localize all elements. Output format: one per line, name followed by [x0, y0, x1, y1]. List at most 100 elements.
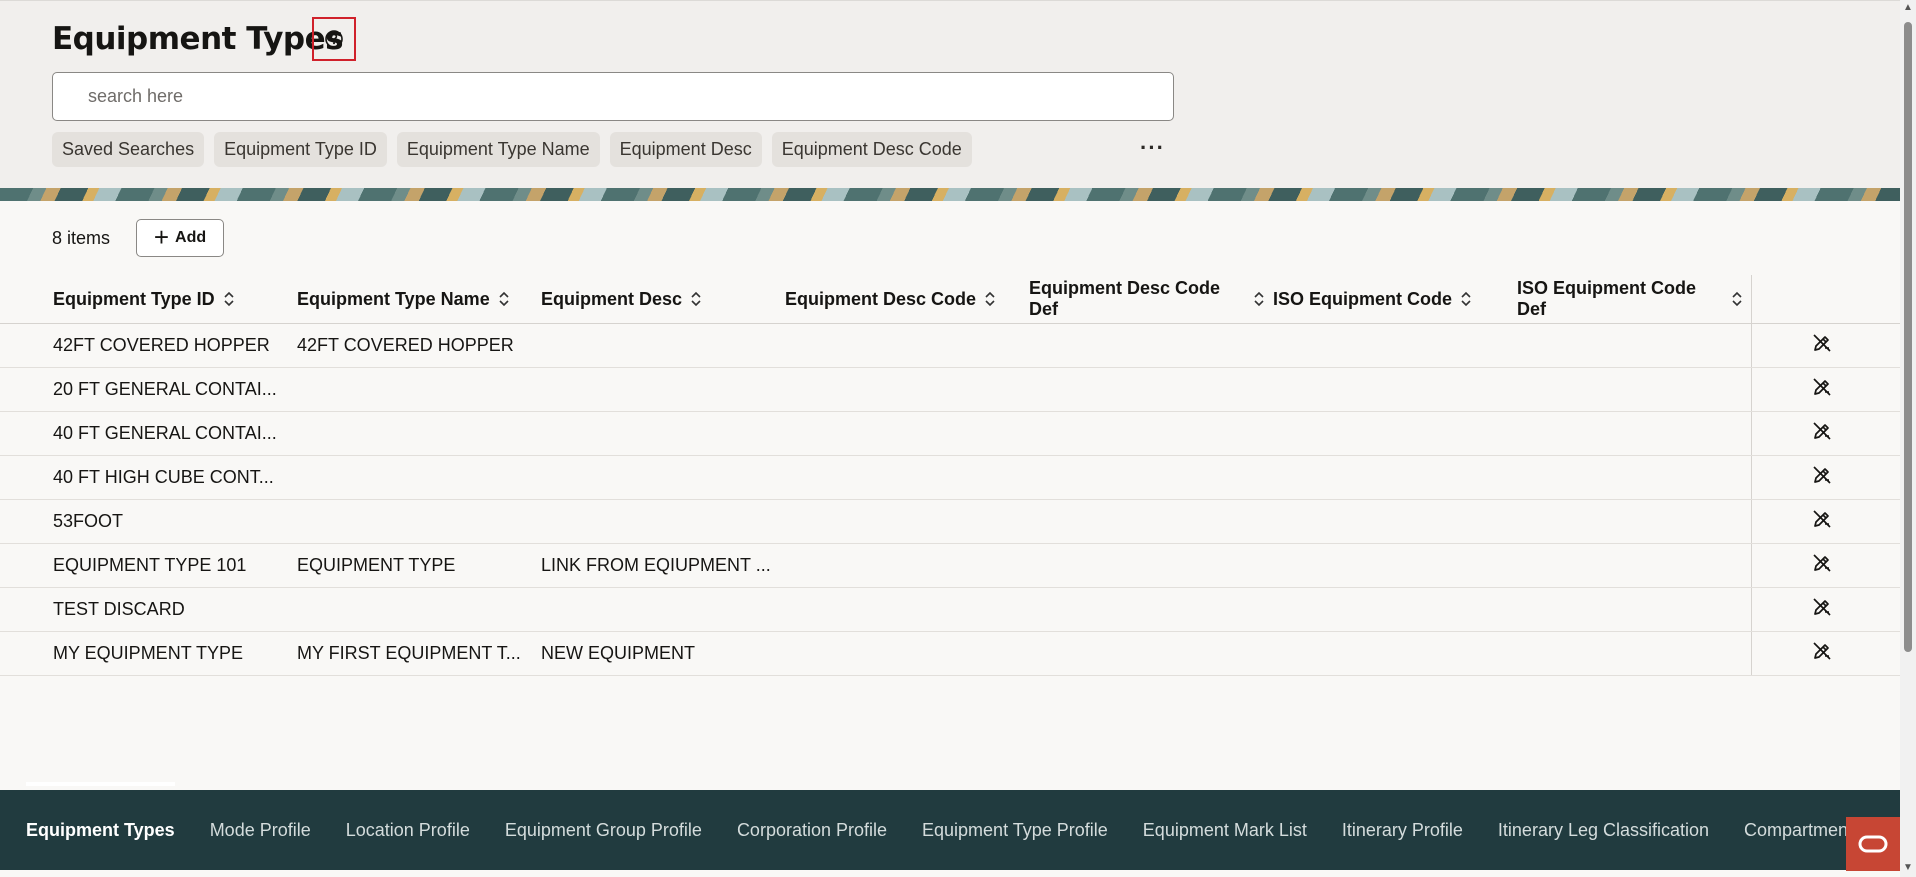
edit-icon[interactable] — [1812, 641, 1832, 666]
search-input[interactable] — [53, 73, 1173, 120]
table-header-row: Equipment Type ID Equipment Type Name Equi… — [0, 275, 1900, 324]
table-cell — [1517, 411, 1751, 456]
table-cell — [1029, 411, 1273, 456]
edit-icon[interactable] — [1812, 333, 1832, 358]
table-cell — [1029, 543, 1273, 588]
footer-tab[interactable]: Location Profile — [346, 820, 470, 841]
add-button[interactable]: + Add — [136, 219, 224, 257]
table-cell — [297, 367, 541, 412]
table-cell: 40 FT GENERAL CONTAI... — [0, 411, 297, 456]
footer-tab[interactable]: Itinerary Profile — [1342, 820, 1463, 841]
edit-icon[interactable] — [1812, 509, 1832, 534]
filter-chip-equipment-desc-code[interactable]: Equipment Desc Code — [771, 132, 972, 167]
filter-chip-saved-searches[interactable]: Saved Searches — [52, 132, 205, 167]
table-row[interactable]: MY EQUIPMENT TYPE MY FIRST EQUIPMENT T...… — [0, 631, 1900, 676]
table-cell: 20 FT GENERAL CONTAI... — [0, 367, 297, 412]
column-header-label: Equipment Type ID — [53, 288, 215, 309]
column-header[interactable]: Equipment Desc Code Def — [1029, 275, 1273, 324]
row-actions — [1750, 587, 1900, 632]
filter-chip-equipment-type-name[interactable]: Equipment Type Name — [396, 132, 600, 167]
table-cell: MY EQUIPMENT TYPE — [0, 631, 297, 676]
column-header-label: ISO Equipment Code Def — [1517, 278, 1697, 319]
row-actions — [1750, 367, 1900, 412]
scroll-down-icon[interactable]: ▼ — [1903, 862, 1913, 873]
table-cell — [541, 367, 785, 412]
table-row[interactable]: 40 FT HIGH CUBE CONT... — [0, 455, 1900, 500]
scroll-up-icon[interactable]: ▲ — [1903, 2, 1913, 13]
sort-icon[interactable] — [498, 291, 510, 307]
column-header-label: Equipment Type Name — [297, 288, 490, 309]
actions-column-header — [1750, 275, 1900, 324]
table-cell — [297, 411, 541, 456]
footer-tab[interactable]: Equipment Types — [26, 781, 175, 841]
table-cell — [1517, 543, 1751, 588]
table-cell — [541, 455, 785, 500]
table-cell: NEW EQUIPMENT — [541, 631, 785, 676]
table-cell — [1273, 499, 1517, 544]
table-cell — [1273, 587, 1517, 632]
edit-icon[interactable] — [1812, 553, 1832, 578]
table-cell — [785, 367, 1029, 412]
table-cell: EQUIPMENT TYPE — [297, 543, 541, 588]
table-cell — [1273, 543, 1517, 588]
decorative-banner — [0, 188, 1900, 201]
table-cell: 42FT COVERED HOPPER — [0, 323, 297, 368]
row-actions — [1750, 499, 1900, 544]
table-row[interactable]: TEST DISCARD — [0, 587, 1900, 632]
footer-tab-bar: Equipment Types Mode Profile Location Prof… — [0, 781, 1900, 870]
table-cell: 53FOOT — [0, 499, 297, 544]
table-row[interactable]: 42FT COVERED HOPPER 42FT COVERED HOPPER — [0, 323, 1900, 368]
sort-icon[interactable] — [690, 291, 702, 307]
table-cell — [785, 411, 1029, 456]
column-header[interactable]: Equipment Desc — [541, 275, 785, 324]
sort-icon[interactable] — [223, 291, 235, 307]
search-field[interactable] — [52, 72, 1174, 121]
edit-icon[interactable] — [1812, 421, 1832, 446]
footer-tab[interactable]: Mode Profile — [210, 820, 311, 841]
table-row[interactable]: 53FOOT — [0, 499, 1900, 544]
vertical-scrollbar[interactable]: ▲ ▼ — [1900, 0, 1916, 877]
column-header[interactable]: Equipment Type ID — [0, 275, 297, 324]
table-cell — [541, 411, 785, 456]
column-header[interactable]: ISO Equipment Code — [1273, 275, 1517, 324]
scrollbar-thumb[interactable] — [1904, 22, 1912, 652]
table-row[interactable]: 40 FT GENERAL CONTAI... — [0, 411, 1900, 456]
more-filters-button[interactable]: ··· — [1140, 135, 1165, 161]
row-actions — [1750, 631, 1900, 676]
table-cell: 42FT COVERED HOPPER — [297, 323, 541, 368]
column-header[interactable]: Equipment Type Name — [297, 275, 541, 324]
table-cell — [1517, 631, 1751, 676]
assistant-button[interactable] — [1846, 817, 1900, 871]
edit-icon[interactable] — [1812, 465, 1832, 490]
help-button[interactable] — [312, 17, 356, 61]
sort-icon[interactable] — [984, 291, 996, 307]
table-cell — [1273, 455, 1517, 500]
filter-chip-equipment-desc[interactable]: Equipment Desc — [609, 132, 762, 167]
filter-chip-equipment-type-id[interactable]: Equipment Type ID — [214, 132, 387, 167]
edit-icon[interactable] — [1812, 377, 1832, 402]
edit-icon[interactable] — [1812, 597, 1832, 622]
footer-tab[interactable]: Corporation Profile — [737, 820, 887, 841]
footer-tab[interactable]: Equipment Mark List — [1143, 820, 1307, 841]
sort-icon[interactable] — [1253, 291, 1265, 307]
table-row[interactable]: EQUIPMENT TYPE 101 EQUIPMENT TYPE LINK FRO… — [0, 543, 1900, 588]
footer-tab[interactable]: Itinerary Leg Classification — [1498, 820, 1709, 841]
table-cell — [297, 455, 541, 500]
table-row[interactable]: 20 FT GENERAL CONTAI... — [0, 367, 1900, 412]
table-cell — [1517, 455, 1751, 500]
footer-tab[interactable]: Compartment — [1744, 820, 1853, 841]
footer-tab[interactable]: Equipment Type Profile — [922, 820, 1108, 841]
column-header[interactable]: ISO Equipment Code Def — [1517, 275, 1751, 324]
sort-icon[interactable] — [1460, 291, 1472, 307]
table-cell — [541, 323, 785, 368]
column-header-label: Equipment Desc Code Def — [1029, 278, 1221, 319]
sort-icon[interactable] — [1731, 291, 1743, 307]
footer-tab[interactable]: Equipment Group Profile — [505, 820, 702, 841]
column-header[interactable]: Equipment Desc Code — [785, 275, 1029, 324]
help-icon — [325, 30, 343, 48]
table-cell — [785, 631, 1029, 676]
row-actions — [1750, 455, 1900, 500]
table-cell — [541, 499, 785, 544]
plus-icon: + — [153, 221, 170, 252]
table-cell — [785, 323, 1029, 368]
